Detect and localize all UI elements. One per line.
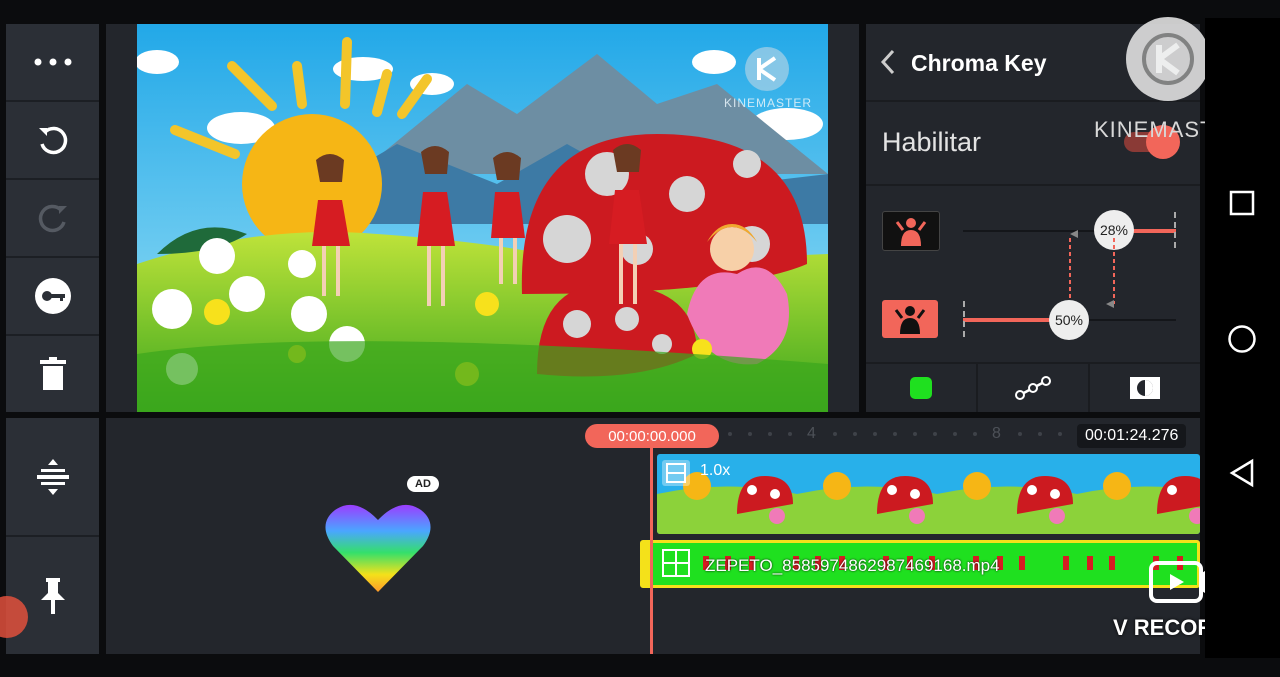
cartoon-scene-image <box>137 24 828 412</box>
person-icon <box>895 218 927 246</box>
key-color-button[interactable] <box>866 364 978 412</box>
mask-preview-button[interactable] <box>1090 364 1200 412</box>
trash-icon <box>39 357 66 390</box>
delete-button[interactable] <box>6 336 99 412</box>
kinemaster-k-icon <box>1142 33 1194 85</box>
heart-ad-icon[interactable] <box>325 502 431 594</box>
foreground-mask-button[interactable] <box>882 211 940 251</box>
slider-bottom-tick <box>963 301 967 337</box>
background-mask-button[interactable] <box>882 300 938 338</box>
chroma-key-button[interactable] <box>6 258 99 336</box>
slider-top-tick <box>1174 212 1178 248</box>
preview-video-frame[interactable] <box>137 24 828 412</box>
color-swatch-icon <box>910 377 932 399</box>
android-nav-bar <box>1205 18 1280 658</box>
back-icon[interactable] <box>1229 458 1255 488</box>
pin-button[interactable] <box>6 537 99 654</box>
preview-watermark-text: KINEMASTER <box>724 96 813 110</box>
chevron-left-icon <box>880 49 895 75</box>
clip2-name: ZEPETO_8585974862987469168.mp4 <box>705 556 1000 575</box>
split-icon <box>36 458 69 495</box>
panel-tools <box>866 364 1200 412</box>
more-button[interactable] <box>6 24 99 102</box>
clip1-speed: 1.0x <box>700 462 731 479</box>
undo-button[interactable] <box>6 102 99 180</box>
current-time[interactable]: 00:00:00.000 <box>585 424 719 448</box>
enable-row: Habilitar <box>866 102 1200 186</box>
person-silhouette-icon <box>894 306 926 334</box>
total-time: 00:01:24.276 <box>1077 424 1187 448</box>
slider-bottom-handle[interactable]: 50% <box>1049 300 1089 340</box>
redo-button[interactable] <box>6 180 99 258</box>
clip-film-icon <box>662 460 690 486</box>
pin-icon <box>40 577 65 614</box>
split-button[interactable] <box>6 418 99 537</box>
panel-title: Chroma Key <box>911 50 1047 76</box>
ruler-mark-8: 8 <box>992 425 1001 442</box>
video-clip-track[interactable] <box>657 454 1200 534</box>
curve-button[interactable] <box>978 364 1090 412</box>
recents-icon[interactable] <box>1229 190 1255 216</box>
sliders-area: 28% 50% <box>866 186 1200 364</box>
curve-icon <box>1015 376 1051 400</box>
ad-badge: AD <box>407 476 439 492</box>
more-dots-icon <box>34 58 71 66</box>
clip-thumbnails <box>657 454 1200 534</box>
left-toolbar-top <box>6 24 99 412</box>
key-icon <box>34 278 71 314</box>
kinemaster-logo <box>1126 17 1210 101</box>
enable-label: Habilitar <box>882 127 982 157</box>
timeline-ruler-dots <box>728 432 1062 436</box>
playhead-line[interactable] <box>650 436 653 654</box>
ruler-mark-4: 4 <box>807 425 816 442</box>
undo-icon <box>38 126 67 155</box>
redo-icon <box>38 204 67 233</box>
clip2-film-icon <box>662 549 690 577</box>
contrast-icon <box>1130 377 1160 399</box>
back-button[interactable] <box>880 48 896 81</box>
home-icon[interactable] <box>1227 324 1257 354</box>
